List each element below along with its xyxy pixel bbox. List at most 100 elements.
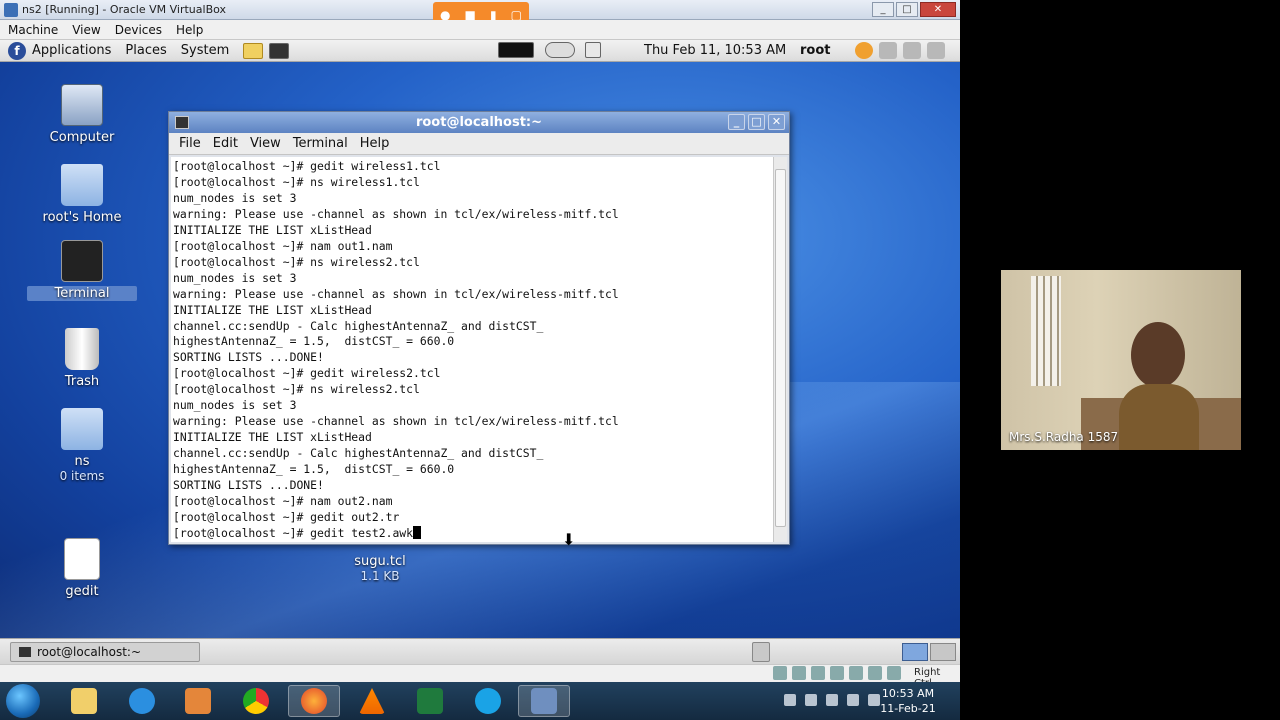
- signal-icon[interactable]: [805, 694, 817, 706]
- terminal-line: channel.cc:sendUp - Calc highestAntennaZ…: [173, 319, 773, 335]
- terminal-scrollbar[interactable]: [773, 157, 787, 542]
- taskbar-terminal-label: root@localhost:~: [37, 645, 142, 659]
- desktop-icon-label: ns: [74, 454, 90, 469]
- vbox-window-title: ns2 [Running] - Oracle VM VirtualBox: [22, 3, 227, 16]
- terminal-line: SORTING LISTS ...DONE!: [173, 478, 773, 494]
- excel-icon: [417, 688, 443, 714]
- taskbar-skype[interactable]: [462, 685, 514, 717]
- terminal-window-controls: _ □ ✕: [728, 114, 785, 130]
- terminal-line: [root@localhost ~]# gedit wireless2.tcl: [173, 366, 773, 382]
- capture-icon[interactable]: [887, 666, 901, 680]
- internet-explorer-icon: [129, 688, 155, 714]
- terminal-window[interactable]: root@localhost:~ _ □ ✕ File Edit View Te…: [168, 111, 790, 545]
- desktop-icon-trash[interactable]: Trash: [27, 328, 137, 389]
- system-monitor-icon[interactable]: [498, 42, 534, 58]
- terminal-line-text: INITIALIZE THE LIST xListHead: [173, 302, 372, 317]
- terminal-menu-terminal[interactable]: Terminal: [293, 136, 348, 151]
- terminal-line: warning: Please use -channel as shown in…: [173, 287, 773, 303]
- windows-time: 10:53 AM: [881, 687, 935, 700]
- taskbar-excel[interactable]: [404, 685, 456, 717]
- menu-applications[interactable]: Applications: [32, 43, 111, 58]
- maximize-button[interactable]: □: [896, 2, 918, 17]
- terminal-menu-file[interactable]: File: [179, 136, 201, 151]
- start-button-icon[interactable]: [6, 684, 40, 718]
- terminal-line: [root@localhost ~]# ns wireless1.tcl: [173, 175, 773, 191]
- disk-icon[interactable]: [773, 666, 787, 680]
- desktop-icon-computer[interactable]: Computer: [27, 84, 137, 145]
- terminal-minimize-button[interactable]: _: [728, 114, 745, 130]
- close-button[interactable]: ✕: [920, 2, 956, 17]
- terminal-small-icon: [19, 647, 31, 657]
- vbox-menubar: Machine View Devices Help: [0, 20, 960, 40]
- terminal-line-text: highestAntennaZ_ = 1.5, distCST_ = 660.0: [173, 334, 455, 349]
- terminal-line: warning: Please use -channel as shown in…: [173, 207, 773, 223]
- terminal-menu-edit[interactable]: Edit: [213, 136, 238, 151]
- notes-applet-icon[interactable]: [585, 42, 601, 58]
- webcam-feed: Mrs.S.Radha 1587: [1001, 270, 1241, 450]
- network-icon[interactable]: [903, 42, 921, 59]
- network-status-icon[interactable]: [868, 666, 882, 680]
- volume-icon[interactable]: [879, 42, 897, 59]
- taskbar-media-player[interactable]: [172, 685, 224, 717]
- desktop-icon-sugu-tcl[interactable]: sugu.tcl 1.1 KB: [325, 546, 435, 583]
- taskbar-chrome[interactable]: [230, 685, 282, 717]
- speaker-icon[interactable]: [847, 694, 859, 706]
- menu-machine[interactable]: Machine: [8, 23, 58, 37]
- scrollbar-thumb[interactable]: [775, 169, 786, 527]
- taskbar-vlc[interactable]: [346, 685, 398, 717]
- terminal-line-text: warning: Please use -channel as shown in…: [173, 414, 619, 429]
- home-folder-icon: [61, 164, 103, 206]
- workspace-2[interactable]: [930, 643, 956, 661]
- desktop-icon-gedit[interactable]: gedit: [27, 538, 137, 599]
- device-icon[interactable]: [826, 694, 838, 706]
- update-icon[interactable]: [855, 42, 873, 59]
- windows-clock[interactable]: 10:53 AM 11-Feb-21: [876, 686, 940, 716]
- terminal-maximize-button[interactable]: □: [748, 114, 765, 130]
- terminal-line-text: [root@localhost ~]# ns wireless2.tcl: [173, 382, 420, 397]
- terminal-close-button[interactable]: ✕: [768, 114, 785, 130]
- eyes-applet-icon[interactable]: [545, 42, 575, 58]
- taskbar-virtualbox[interactable]: [518, 685, 570, 717]
- taskbar-terminal-button[interactable]: root@localhost:~: [10, 642, 200, 662]
- menu-places[interactable]: Places: [125, 43, 166, 58]
- screen: ns2 [Running] - Oracle VM VirtualBox _ □…: [0, 0, 1280, 720]
- panel-trash-icon[interactable]: [752, 642, 770, 662]
- terminal-launcher-icon[interactable]: [269, 42, 290, 59]
- vbox-statusbar: Right Ctrl: [0, 664, 960, 689]
- menu-system[interactable]: System: [181, 43, 229, 58]
- display-status-icon[interactable]: [849, 666, 863, 680]
- panel-clock[interactable]: Thu Feb 11, 10:53 AM: [644, 43, 786, 58]
- terminal-line: [root@localhost ~]# gedit test2.awk: [173, 525, 773, 542]
- menu-help[interactable]: Help: [176, 23, 203, 37]
- terminal-output[interactable]: [root@localhost ~]# gedit wireless1.tcl[…: [171, 157, 773, 542]
- firefox-icon: [301, 688, 327, 714]
- workspace-1[interactable]: [902, 643, 928, 661]
- text-editor-launcher-icon[interactable]: [243, 42, 264, 59]
- minimize-button[interactable]: _: [872, 2, 894, 17]
- desktop-icon-terminal[interactable]: Terminal: [27, 240, 137, 301]
- terminal-line: INITIALIZE THE LIST xListHead: [173, 303, 773, 319]
- menu-view[interactable]: View: [72, 23, 100, 37]
- terminal-line-text: warning: Please use -channel as shown in…: [173, 286, 619, 301]
- panel-tray: [855, 42, 945, 59]
- optical-icon[interactable]: [792, 666, 806, 680]
- terminal-line-text: INITIALIZE THE LIST xListHead: [173, 430, 372, 445]
- terminal-window-icon[interactable]: [175, 116, 189, 129]
- gnome-bottom-panel: root@localhost:~: [0, 638, 960, 664]
- desktop-icon-home[interactable]: root's Home: [27, 164, 137, 225]
- taskbar-firefox[interactable]: [288, 685, 340, 717]
- terminal-menu-view[interactable]: View: [250, 136, 281, 151]
- terminal-titlebar[interactable]: root@localhost:~ _ □ ✕: [169, 112, 789, 133]
- taskbar-explorer[interactable]: [58, 685, 110, 717]
- tray-expand-icon[interactable]: [784, 694, 796, 706]
- gnome-foot-icon[interactable]: f: [8, 41, 26, 60]
- terminal-menu-help[interactable]: Help: [360, 136, 390, 151]
- shared-folder-icon[interactable]: [830, 666, 844, 680]
- display-icon[interactable]: [927, 42, 945, 59]
- taskbar-ie[interactable]: [116, 685, 168, 717]
- desktop-icon-label: Trash: [64, 374, 100, 389]
- panel-user[interactable]: root: [800, 43, 831, 58]
- desktop-icon-ns-folder[interactable]: ns 0 items: [27, 408, 137, 483]
- usb-icon[interactable]: [811, 666, 825, 680]
- menu-devices[interactable]: Devices: [115, 23, 162, 37]
